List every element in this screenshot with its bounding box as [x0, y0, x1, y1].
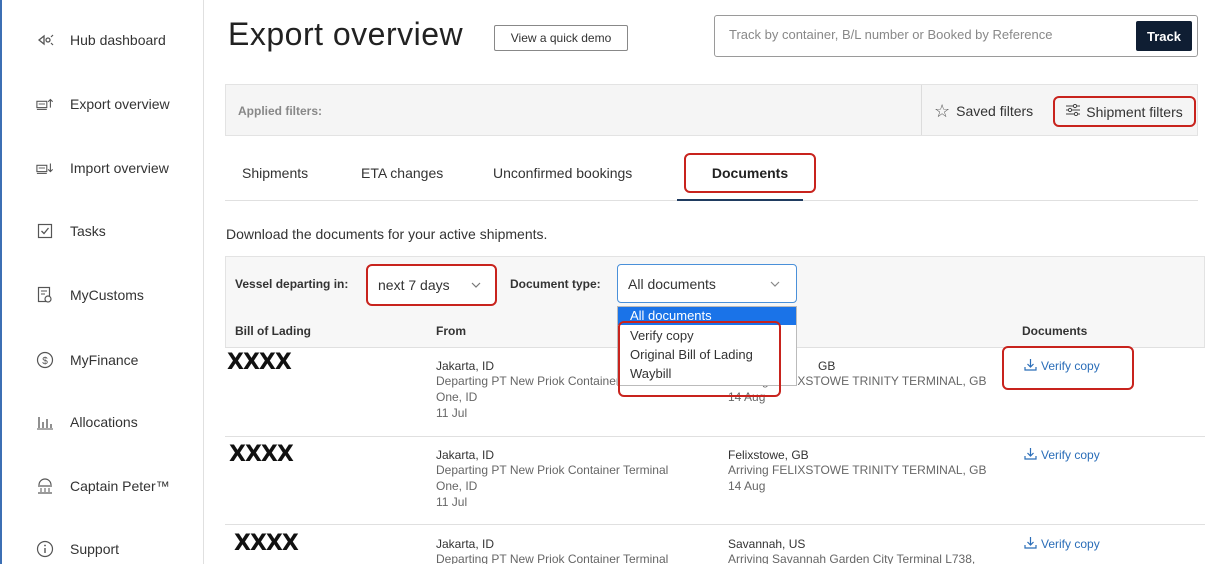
sidebar-item-mycustoms[interactable]: MyCustoms — [36, 280, 144, 310]
sidebar-item-label: Support — [70, 541, 120, 557]
to-city: Felixstowe, GB — [728, 448, 809, 462]
shipment-filters-button[interactable]: Shipment filters — [1053, 96, 1196, 127]
chevron-down-icon — [471, 277, 481, 291]
sidebar-item-label: Allocations — [70, 414, 138, 430]
verify-copy-download-link[interactable]: Verify copy — [1024, 447, 1100, 463]
document-type-value: All documents — [628, 275, 716, 292]
applied-filters-label: Applied filters: — [238, 104, 323, 118]
bill-of-lading-number[interactable]: XXXX — [227, 350, 292, 375]
column-header-from: From — [436, 324, 466, 338]
sidebar-item-myfinance[interactable]: $ MyFinance — [36, 345, 138, 375]
page-title: Export overview — [228, 16, 464, 52]
tab-shipments[interactable]: Shipments — [242, 165, 308, 181]
departure-date: 11 Jul — [436, 406, 468, 420]
sidebar-item-hub-dashboard[interactable]: Hub dashboard — [36, 25, 166, 55]
from-city: Jakarta, ID — [436, 537, 495, 551]
sidebar-item-captain-peter[interactable]: Captain Peter™ — [36, 471, 170, 501]
from-terminal-cont: One, ID — [436, 390, 478, 404]
allocations-chart-icon — [36, 413, 54, 431]
sidebar-item-label: MyCustoms — [70, 287, 144, 303]
bill-of-lading-number[interactable]: XXXX — [229, 442, 294, 467]
applied-filters-bar: Applied filters: ☆ Saved filters Shipmen… — [225, 84, 1198, 136]
sidebar-item-import-overview[interactable]: Import overview — [36, 153, 169, 183]
star-icon: ☆ — [934, 100, 951, 121]
documents-intro-text: Download the documents for your active s… — [226, 226, 548, 242]
sidebar-item-allocations[interactable]: Allocations — [36, 407, 138, 437]
document-type-label: Document type: — [510, 277, 601, 291]
export-icon — [36, 95, 54, 113]
hub-icon — [36, 31, 54, 49]
sidebar-item-label: Export overview — [70, 96, 170, 112]
sidebar-edge — [0, 0, 2, 564]
sidebar-item-support[interactable]: Support — [36, 534, 119, 564]
track-input[interactable] — [729, 27, 1129, 42]
verify-copy-download-link[interactable]: Verify copy — [1024, 536, 1100, 552]
tasks-checkbox-icon — [36, 222, 54, 240]
saved-filters-button[interactable]: ☆ Saved filters — [934, 99, 1033, 123]
arrival-date: 14 Aug — [728, 390, 766, 404]
from-terminal: Departing PT New Priok Container Termina… — [436, 552, 669, 564]
import-icon — [36, 159, 54, 177]
download-icon — [1024, 447, 1037, 463]
sidebar-item-label: MyFinance — [70, 352, 139, 368]
sidebar-item-export-overview[interactable]: Export overview — [36, 89, 170, 119]
track-button[interactable]: Track — [1136, 21, 1192, 51]
svg-text:$: $ — [42, 356, 48, 367]
from-terminal-cont: One, ID — [436, 479, 478, 493]
verify-copy-label: Verify copy — [1041, 448, 1100, 462]
row-divider — [225, 436, 1205, 437]
departure-date: 11 Jul — [436, 495, 468, 509]
to-terminal: Arriving Savannah Garden City Terminal L… — [728, 552, 976, 564]
document-type-dropdown-list: All documents Verify copy Original Bill … — [617, 306, 797, 386]
download-icon — [1024, 536, 1037, 552]
sidebar-item-label: Hub dashboard — [70, 32, 166, 48]
vessel-departing-select[interactable]: next 7 days — [366, 264, 497, 306]
sidebar-item-label: Captain Peter™ — [70, 478, 170, 494]
filters-divider — [921, 85, 922, 135]
tab-unconfirmed-bookings[interactable]: Unconfirmed bookings — [493, 165, 632, 181]
sidebar-item-tasks[interactable]: Tasks — [36, 216, 106, 246]
sidebar-nav: Hub dashboard Export overview Import ove… — [0, 0, 204, 564]
vessel-departing-value: next 7 days — [378, 277, 450, 293]
track-search-box: Track — [714, 15, 1198, 57]
to-terminal: Arriving FELIXSTOWE TRINITY TERMINAL, GB — [728, 463, 987, 477]
finance-dollar-icon: $ — [36, 351, 54, 369]
from-city: Jakarta, ID — [436, 448, 495, 462]
tab-eta-changes[interactable]: ETA changes — [361, 165, 443, 181]
vessel-departing-label: Vessel departing in: — [235, 277, 349, 291]
dropdown-option-waybill[interactable]: Waybill — [630, 366, 671, 381]
row-divider — [225, 524, 1205, 525]
to-city: Savannah, US — [728, 537, 806, 551]
dropdown-option-all-documents[interactable]: All documents — [618, 307, 796, 325]
verify-copy-label: Verify copy — [1041, 359, 1100, 373]
sidebar-item-label: Tasks — [70, 223, 106, 239]
view-demo-button[interactable]: View a quick demo — [494, 25, 628, 51]
verify-copy-download-link[interactable]: Verify copy — [1024, 358, 1100, 374]
filter-sliders-icon — [1066, 103, 1081, 119]
download-icon — [1024, 358, 1037, 374]
arrival-date: 14 Aug — [728, 479, 766, 493]
dropdown-option-verify-copy[interactable]: Verify copy — [630, 328, 694, 343]
document-type-select[interactable]: All documents — [617, 264, 797, 303]
dropdown-option-original-bill-of-lading[interactable]: Original Bill of Lading — [630, 347, 753, 362]
chevron-down-icon — [770, 276, 780, 290]
tab-documents[interactable]: Documents — [684, 153, 816, 193]
column-header-bill-of-lading: Bill of Lading — [235, 324, 311, 338]
verify-copy-label: Verify copy — [1041, 537, 1100, 551]
customs-icon — [36, 286, 54, 304]
shipment-filters-label: Shipment filters — [1086, 103, 1183, 120]
captain-peter-icon — [36, 477, 54, 495]
sidebar-item-label: Import overview — [70, 160, 169, 176]
from-terminal: Departing PT New Priok Container Termina… — [436, 463, 669, 477]
column-header-documents: Documents — [1022, 324, 1088, 338]
support-info-icon — [36, 540, 54, 558]
bill-of-lading-number[interactable]: XXXX — [234, 531, 299, 556]
from-city: Jakarta, ID — [436, 359, 495, 373]
to-city: GB — [818, 359, 836, 373]
active-tab-underline — [677, 199, 803, 201]
saved-filters-label: Saved filters — [956, 103, 1034, 119]
